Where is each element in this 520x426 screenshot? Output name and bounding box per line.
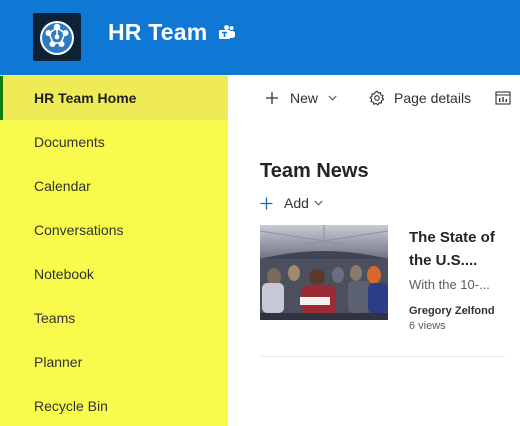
plus-icon <box>260 197 273 209</box>
new-button[interactable]: New <box>265 87 337 109</box>
sidebar-item-label: Conversations <box>34 222 124 238</box>
news-divider <box>260 356 505 357</box>
site-navigation: HR Team Home Documents Calendar Conversa… <box>0 75 228 426</box>
sidebar-item-recycle-bin[interactable]: Recycle Bin <box>0 384 228 426</box>
page-details-button[interactable]: Page details <box>369 87 471 109</box>
page-details-label: Page details <box>394 90 472 106</box>
site-header: HR Team <box>0 0 520 75</box>
news-item-author[interactable]: Gregory Zelfond <box>409 304 495 318</box>
news-item-views: 6 views <box>409 320 446 332</box>
sidebar-item-label: Recycle Bin <box>34 398 108 414</box>
news-section-title: Team News <box>260 160 369 182</box>
chevron-down-icon <box>314 200 323 206</box>
gear-icon <box>369 90 385 106</box>
sidebar-item-hr-team-home[interactable]: HR Team Home <box>0 76 228 120</box>
sidebar-item-label: Teams <box>34 310 76 326</box>
sidebar-item-planner[interactable]: Planner <box>0 340 228 384</box>
sidebar-item-documents[interactable]: Documents <box>0 120 228 164</box>
microsoft-teams-icon[interactable] <box>218 24 236 42</box>
page-analytics-button[interactable] <box>495 87 511 109</box>
add-news-button[interactable]: Add <box>260 193 323 213</box>
analytics-icon <box>495 91 511 105</box>
news-item-title[interactable]: The State of the U.S.... <box>409 226 509 272</box>
sidebar-item-conversations[interactable]: Conversations <box>0 208 228 252</box>
site-title[interactable]: HR Team <box>108 18 207 46</box>
news-photo-thumbnail-icon <box>260 225 388 320</box>
sidebar-item-notebook[interactable]: Notebook <box>0 252 228 296</box>
plus-icon <box>266 92 278 104</box>
sidebar-item-label: Documents <box>34 134 105 150</box>
sidebar-item-label: Calendar <box>34 178 91 194</box>
sidebar-item-teams[interactable]: Teams <box>0 296 228 340</box>
new-button-label: New <box>290 90 319 106</box>
news-item-description: With the 10-... <box>409 277 490 292</box>
news-thumbnail[interactable] <box>260 225 388 320</box>
sidebar-item-label: Planner <box>34 354 83 370</box>
site-logo[interactable] <box>33 13 81 61</box>
sidebar-item-calendar[interactable]: Calendar <box>0 164 228 208</box>
add-news-label: Add <box>284 195 309 211</box>
network-people-logo-icon <box>40 21 74 55</box>
sidebar-item-label: HR Team Home <box>34 90 137 106</box>
chevron-down-icon <box>328 95 337 101</box>
sidebar-item-label: Notebook <box>34 266 94 282</box>
